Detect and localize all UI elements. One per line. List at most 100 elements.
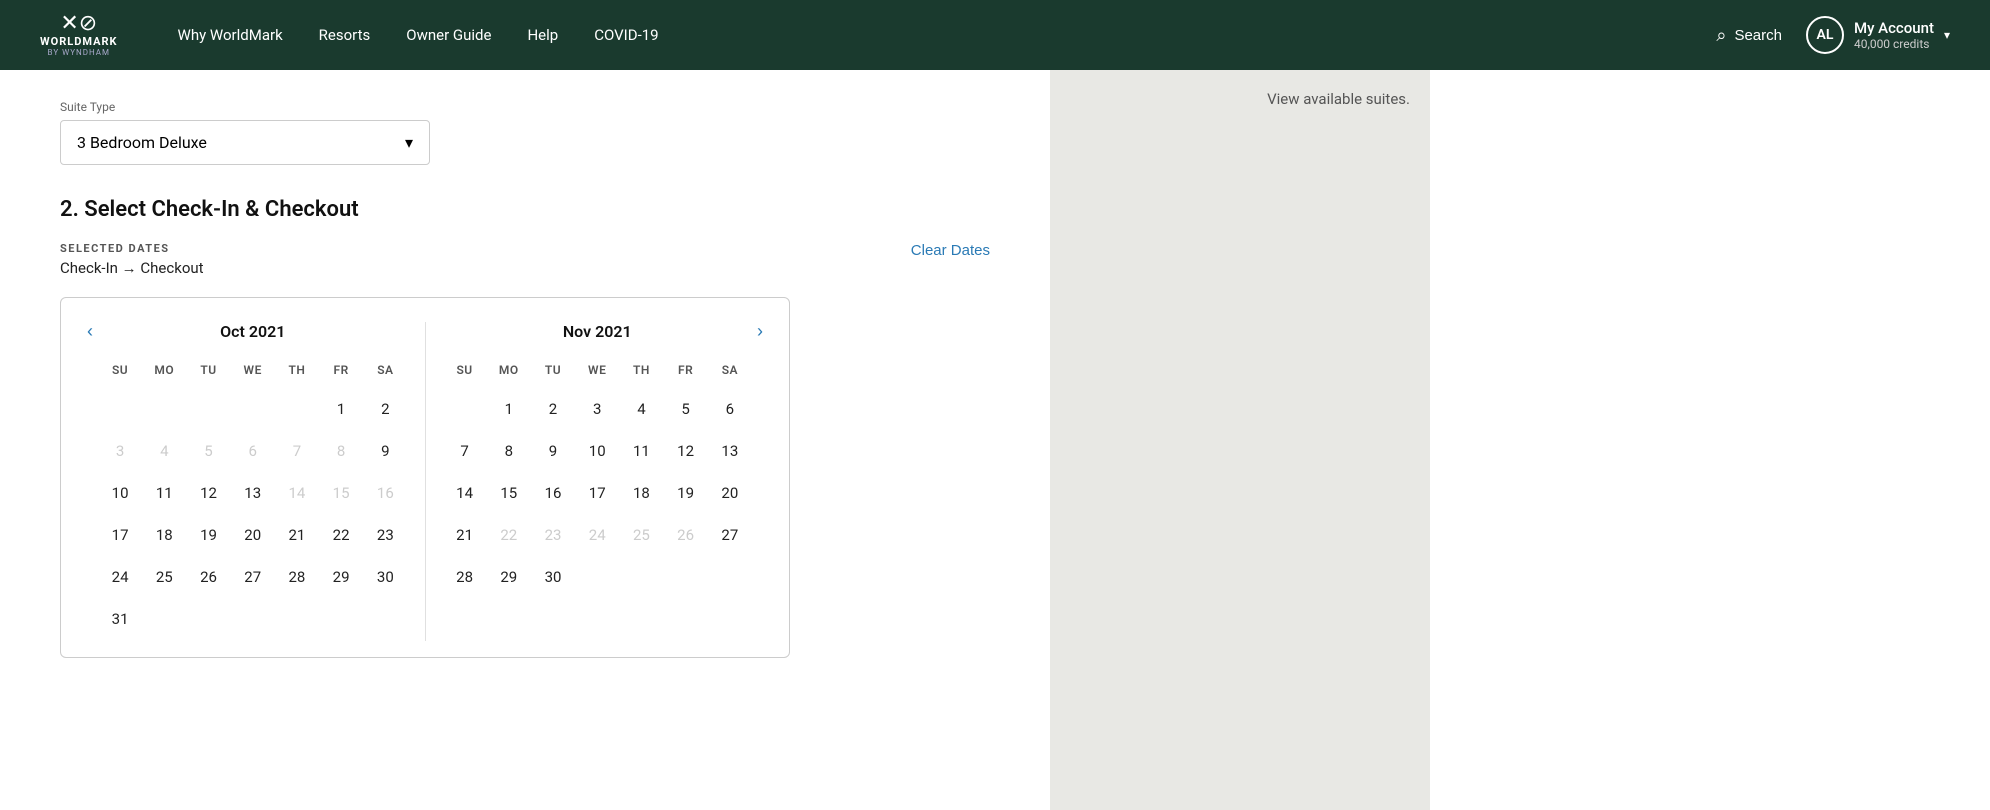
calendar-day-disabled: 23 — [532, 515, 574, 555]
nav-link-owner-guide[interactable]: Owner Guide — [406, 26, 491, 44]
calendar-left: ‹ Oct 2021 SUMOTUWETHFRSA123456789101112… — [81, 322, 425, 641]
calendar-day[interactable]: 30 — [532, 557, 574, 597]
selected-dates-info: SELECTED DATES Check-In → Checkout — [60, 242, 204, 277]
calendar-day[interactable]: 13 — [232, 473, 274, 513]
calendar-day[interactable]: 13 — [709, 431, 751, 471]
logo-icon: ✕⊘ — [60, 13, 97, 35]
calendar-day[interactable]: 9 — [364, 431, 406, 471]
calendar-day[interactable]: 4 — [620, 389, 662, 429]
calendar-day-disabled: 25 — [620, 515, 662, 555]
calendar-day[interactable]: 23 — [364, 515, 406, 555]
calendar-day[interactable]: 18 — [143, 515, 185, 555]
calendar-day[interactable]: 2 — [532, 389, 574, 429]
suite-value: 3 Bedroom Deluxe — [77, 133, 207, 152]
calendar-empty-cell — [276, 389, 318, 429]
calendar-day[interactable]: 11 — [620, 431, 662, 471]
next-month-button[interactable]: › — [757, 321, 763, 342]
calendar-day[interactable]: 12 — [665, 431, 707, 471]
calendar-day[interactable]: 17 — [99, 515, 141, 555]
suite-select[interactable]: 3 Bedroom Deluxe ▾ — [60, 120, 430, 165]
calendar-day[interactable]: 20 — [232, 515, 274, 555]
nav-links: Why WorldMark Resorts Owner Guide Help COVID… — [178, 26, 1717, 44]
calendar-day[interactable]: 28 — [444, 557, 486, 597]
calendar-day[interactable]: 30 — [364, 557, 406, 597]
day-header: TH — [620, 359, 662, 387]
prev-month-button[interactable]: ‹ — [87, 321, 93, 342]
nav-link-resorts[interactable]: Resorts — [319, 26, 371, 44]
calendar-day[interactable]: 12 — [187, 473, 229, 513]
calendar-day[interactable]: 14 — [444, 473, 486, 513]
suite-dropdown-icon: ▾ — [405, 133, 413, 152]
calendar-day[interactable]: 7 — [444, 431, 486, 471]
day-header: FR — [665, 359, 707, 387]
calendar-day-disabled: 22 — [488, 515, 530, 555]
calendar-day[interactable]: 29 — [488, 557, 530, 597]
calendar-day[interactable]: 31 — [99, 599, 141, 639]
day-header: SA — [364, 359, 406, 387]
calendar-empty-cell — [709, 557, 751, 597]
calendar-empty-cell — [364, 599, 406, 639]
calendar-left-title: Oct 2021 — [220, 322, 285, 341]
calendar-day[interactable]: 22 — [320, 515, 362, 555]
calendar-day[interactable]: 19 — [665, 473, 707, 513]
day-header: MO — [488, 359, 530, 387]
calendar-day[interactable]: 2 — [364, 389, 406, 429]
selected-dates-row: SELECTED DATES Check-In → Checkout Clear… — [60, 242, 990, 277]
search-button[interactable]: ⌕ Search — [1716, 25, 1782, 46]
calendar-day[interactable]: 8 — [488, 431, 530, 471]
calendar-day[interactable]: 26 — [187, 557, 229, 597]
calendar-day[interactable]: 25 — [143, 557, 185, 597]
section-heading: 2. Select Check-In & Checkout — [60, 197, 990, 222]
search-label: Search — [1734, 27, 1782, 44]
nav-link-help[interactable]: Help — [527, 26, 558, 44]
day-header: FR — [320, 359, 362, 387]
calendar-day[interactable]: 17 — [576, 473, 618, 513]
calendar-day[interactable]: 10 — [576, 431, 618, 471]
nav-link-covid-19[interactable]: COVID-19 — [594, 26, 658, 44]
calendar-day[interactable]: 21 — [276, 515, 318, 555]
day-header: TU — [532, 359, 574, 387]
calendar-empty-cell — [99, 389, 141, 429]
calendar-day[interactable]: 24 — [99, 557, 141, 597]
calendar-container: ‹ Oct 2021 SUMOTUWETHFRSA123456789101112… — [60, 297, 790, 658]
calendar-day[interactable]: 18 — [620, 473, 662, 513]
calendar-right-grid: SUMOTUWETHFRSA12345678910111213141516171… — [442, 357, 754, 599]
day-header: TU — [187, 359, 229, 387]
clear-dates-button[interactable]: Clear Dates — [911, 242, 990, 259]
calendar-day[interactable]: 21 — [444, 515, 486, 555]
calendar-left-grid: SUMOTUWETHFRSA12345678910111213141516171… — [97, 357, 409, 641]
calendar-day[interactable]: 9 — [532, 431, 574, 471]
calendar-day[interactable]: 1 — [320, 389, 362, 429]
calendar-day[interactable]: 29 — [320, 557, 362, 597]
calendar-day[interactable]: 27 — [709, 515, 751, 555]
sidebar-right: View available suites. — [1050, 70, 1430, 810]
calendar-day[interactable]: 1 — [488, 389, 530, 429]
account-section[interactable]: AL My Account 40,000 credits ▾ — [1806, 16, 1950, 54]
calendar-day[interactable]: 11 — [143, 473, 185, 513]
calendar-day[interactable]: 3 — [576, 389, 618, 429]
calendar-day-disabled: 6 — [232, 431, 274, 471]
calendar-day[interactable]: 28 — [276, 557, 318, 597]
calendar-day[interactable]: 19 — [187, 515, 229, 555]
calendar-day[interactable]: 15 — [488, 473, 530, 513]
calendar-left-header: ‹ Oct 2021 — [97, 322, 409, 341]
day-header: WE — [232, 359, 274, 387]
account-name: My Account — [1854, 19, 1934, 37]
content-area: Suite Type 3 Bedroom Deluxe ▾ 2. Select … — [0, 70, 1050, 810]
day-header: SU — [99, 359, 141, 387]
calendars-row: ‹ Oct 2021 SUMOTUWETHFRSA123456789101112… — [81, 322, 769, 641]
calendar-day[interactable]: 27 — [232, 557, 274, 597]
calendar-day[interactable]: 5 — [665, 389, 707, 429]
day-header: TH — [276, 359, 318, 387]
suite-type-label: Suite Type — [60, 100, 990, 114]
calendar-day[interactable]: 6 — [709, 389, 751, 429]
calendar-day-disabled: 5 — [187, 431, 229, 471]
calendar-empty-cell — [232, 599, 274, 639]
nav-link-why-worldmark[interactable]: Why WorldMark — [178, 26, 283, 44]
calendar-day[interactable]: 10 — [99, 473, 141, 513]
day-header: SA — [709, 359, 751, 387]
main-layout: Suite Type 3 Bedroom Deluxe ▾ 2. Select … — [0, 70, 1990, 810]
calendar-day[interactable]: 16 — [532, 473, 574, 513]
calendar-day[interactable]: 20 — [709, 473, 751, 513]
calendar-day-disabled: 16 — [364, 473, 406, 513]
